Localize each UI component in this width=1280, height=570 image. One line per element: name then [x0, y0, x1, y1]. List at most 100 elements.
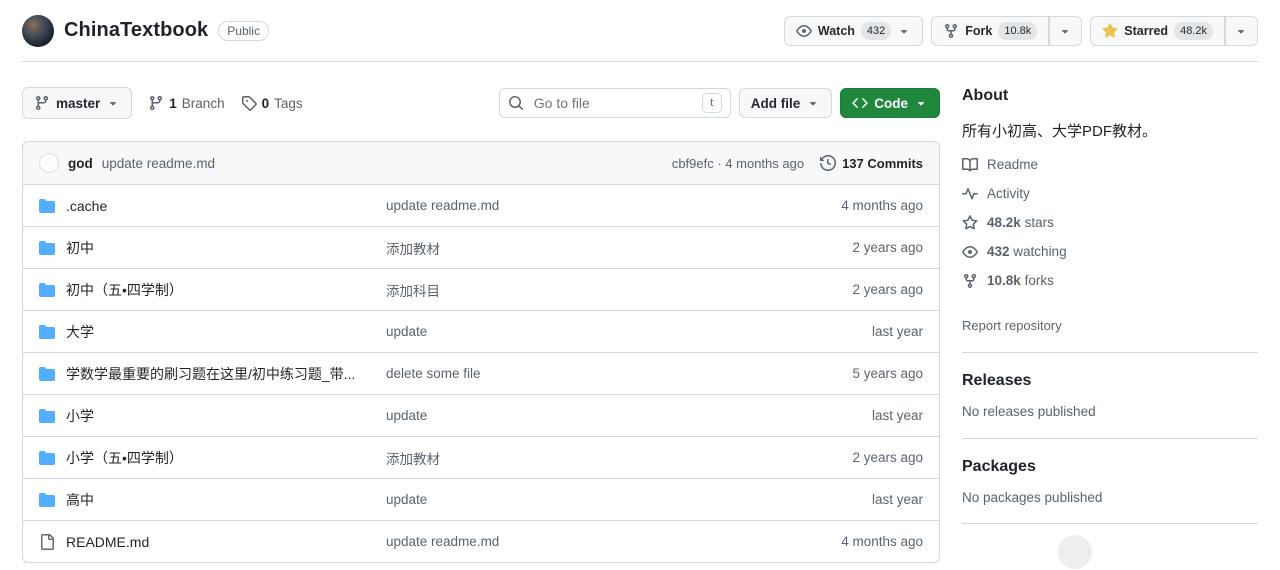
search-input[interactable]	[532, 94, 694, 112]
branch-selector[interactable]: master	[22, 87, 132, 119]
releases-title: Releases	[962, 372, 1258, 390]
code-button[interactable]: Code	[840, 88, 940, 118]
latest-commit-message[interactable]: update readme.md	[102, 156, 215, 171]
chevron-down-icon	[897, 24, 911, 38]
tags-link[interactable]: 0 Tags	[241, 95, 303, 111]
commit-message-link[interactable]: 添加教材	[386, 448, 773, 468]
table-row[interactable]: 小学 update last year	[23, 394, 939, 436]
file-name-link[interactable]: README.md	[66, 534, 149, 550]
tags-label: Tags	[274, 96, 303, 111]
file-name-link[interactable]: 初中（五•四学制）	[66, 280, 183, 300]
commit-message-link[interactable]: update	[386, 492, 773, 507]
branches-link[interactable]: 1 Branch	[148, 95, 224, 111]
commit-message-link[interactable]: update	[386, 324, 773, 339]
watching-count: 432	[987, 244, 1010, 259]
latest-commit-bar: god update readme.md cbf9efc · 4 months …	[23, 142, 939, 184]
tag-icon	[241, 95, 257, 111]
forks-stat-link[interactable]: 10.8k forks	[962, 273, 1258, 289]
readme-link[interactable]: Readme	[962, 157, 1258, 173]
commit-sha-time[interactable]: cbf9efc · 4 months ago	[672, 156, 804, 171]
file-name-link[interactable]: 高中	[66, 490, 94, 510]
table-row[interactable]: 学数学最重要的刷习题在这里/初中练习题_带... delete some fil…	[23, 352, 939, 394]
commit-message-link[interactable]: delete some file	[386, 366, 773, 381]
eye-icon	[796, 23, 812, 39]
commit-date: 5 years ago	[773, 366, 923, 381]
forks-label: forks	[1025, 273, 1054, 288]
releases-section: Releases No releases published	[962, 352, 1258, 419]
forks-count: 10.8k	[987, 273, 1021, 288]
table-row[interactable]: 小学（五•四学制） 添加教材 2 years ago	[23, 436, 939, 478]
repo-toolbar: master 1 Branch 0	[22, 87, 940, 119]
commit-date: 2 years ago	[773, 240, 923, 255]
commit-message-link[interactable]: update readme.md	[386, 534, 773, 549]
file-name-link[interactable]: 小学	[66, 406, 94, 426]
commit-date: last year	[773, 492, 923, 507]
commit-author-link[interactable]: god	[68, 156, 93, 171]
repo-description: 所有小初高、大学PDF教材。	[962, 121, 1258, 144]
file-table: god update readme.md cbf9efc · 4 months …	[22, 141, 940, 563]
table-row[interactable]: README.md update readme.md 4 months ago	[23, 520, 939, 562]
current-branch-name: master	[56, 96, 100, 111]
go-to-file-search[interactable]: t	[499, 88, 731, 118]
packages-title: Packages	[962, 458, 1258, 476]
stars-stat-link[interactable]: 48.2k stars	[962, 215, 1258, 231]
fork-count: 10.8k	[998, 22, 1037, 40]
chevron-down-icon	[106, 96, 120, 110]
book-icon	[962, 157, 978, 173]
activity-label: Activity	[987, 186, 1030, 201]
report-repository-link[interactable]: Report repository	[962, 318, 1062, 333]
star-button[interactable]: Starred 48.2k	[1090, 16, 1225, 46]
commit-message-link[interactable]: 添加科目	[386, 280, 773, 300]
table-row[interactable]: 高中 update last year	[23, 478, 939, 520]
add-file-button[interactable]: Add file	[739, 88, 833, 118]
commit-history-link[interactable]: 137 Commits	[820, 155, 923, 171]
star-dropdown-button[interactable]	[1225, 16, 1258, 46]
folder-icon	[39, 450, 55, 466]
packages-section: Packages No packages published	[962, 438, 1258, 505]
table-row[interactable]: .cache update readme.md 4 months ago	[23, 184, 939, 226]
search-icon	[508, 95, 524, 111]
fork-button[interactable]: Fork 10.8k	[931, 16, 1049, 46]
star-label: Starred	[1124, 24, 1168, 38]
commit-message-link[interactable]: update	[386, 408, 773, 423]
fork-icon	[962, 273, 978, 289]
commit-date: 2 years ago	[773, 282, 923, 297]
add-file-label: Add file	[751, 96, 801, 111]
file-name-link[interactable]: 小学（五•四学制）	[66, 448, 183, 468]
commit-author-avatar[interactable]	[39, 153, 59, 173]
file-name-link[interactable]: .cache	[66, 198, 107, 214]
table-row[interactable]: 大学 update last year	[23, 310, 939, 352]
table-row[interactable]: 初中（五•四学制） 添加科目 2 years ago	[23, 268, 939, 310]
activity-link[interactable]: Activity	[962, 186, 1258, 202]
watching-stat-link[interactable]: 432 watching	[962, 244, 1258, 260]
chevron-down-icon	[914, 96, 928, 110]
commit-date: 2 years ago	[773, 450, 923, 465]
folder-icon	[39, 492, 55, 508]
star-outline-icon	[962, 215, 978, 231]
branches-label: Branch	[182, 96, 225, 111]
stars-label: stars	[1025, 215, 1054, 230]
commit-message-link[interactable]: 添加教材	[386, 238, 773, 258]
star-icon	[1102, 23, 1118, 39]
file-name-link[interactable]: 大学	[66, 322, 94, 342]
folder-icon	[39, 282, 55, 298]
file-name-link[interactable]: 学数学最重要的刷习题在这里/初中练习题_带...	[66, 364, 355, 384]
visibility-badge: Public	[218, 21, 269, 41]
commit-message-link[interactable]: update readme.md	[386, 198, 773, 213]
repo-header: ChinaTextbook Public Watch 432 Fork 10.8…	[0, 0, 1280, 61]
packages-empty-text: No packages published	[962, 490, 1258, 505]
table-row[interactable]: 初中 添加教材 2 years ago	[23, 226, 939, 268]
watching-label: watching	[1013, 244, 1066, 259]
avatar[interactable]	[1058, 535, 1092, 569]
file-name-link[interactable]: 初中	[66, 238, 94, 258]
repo-owner-avatar[interactable]	[22, 15, 54, 47]
chevron-down-icon	[1234, 24, 1248, 38]
git-branch-icon	[148, 95, 164, 111]
fork-dropdown-button[interactable]	[1049, 16, 1082, 46]
repo-title-link[interactable]: ChinaTextbook	[64, 19, 208, 42]
history-icon	[820, 155, 836, 171]
watch-button[interactable]: Watch 432	[784, 16, 923, 46]
code-icon	[852, 95, 868, 111]
chevron-down-icon	[806, 96, 820, 110]
folder-icon	[39, 408, 55, 424]
